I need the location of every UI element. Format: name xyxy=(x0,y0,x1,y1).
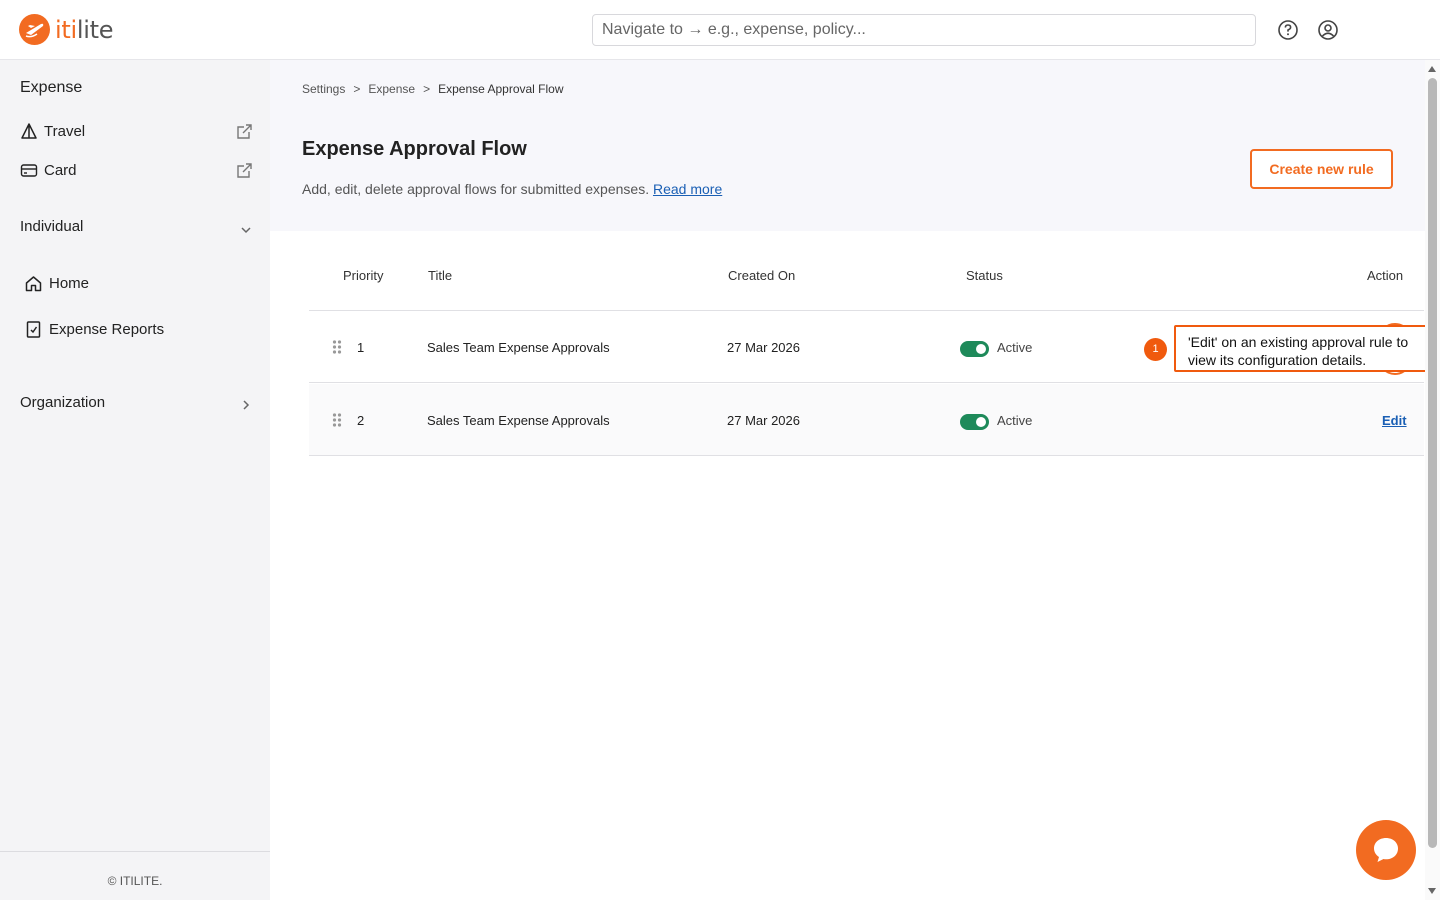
sidebar-item-card[interactable]: Card xyxy=(20,161,77,179)
read-more-link[interactable]: Read more xyxy=(653,181,722,197)
breadcrumb-separator: > xyxy=(353,82,361,96)
chevron-down-icon[interactable] xyxy=(240,223,252,241)
chevron-right-icon[interactable] xyxy=(240,398,252,416)
row-status: Active xyxy=(997,340,1033,355)
scrollbar-thumb[interactable] xyxy=(1428,78,1437,848)
sidebar-section-organization[interactable]: Organization xyxy=(20,394,105,411)
sidebar-item-travel[interactable]: Travel xyxy=(20,122,85,140)
edit-link[interactable]: Edit xyxy=(1382,413,1407,428)
user-profile-icon[interactable] xyxy=(1317,19,1339,41)
sidebar-item-home[interactable]: Home xyxy=(24,274,89,293)
status-toggle[interactable] xyxy=(960,341,989,357)
row-created-on: 27 Mar 2026 xyxy=(727,413,800,428)
travel-icon xyxy=(21,123,37,139)
breadcrumb-separator: > xyxy=(423,82,431,96)
row-priority: 1 xyxy=(357,340,365,355)
column-header-status: Status xyxy=(966,268,1003,283)
status-toggle[interactable] xyxy=(960,414,989,430)
callout-tooltip: 'Edit' on an existing approval rule to v… xyxy=(1174,325,1435,372)
row-priority: 2 xyxy=(357,413,365,428)
receipt-icon xyxy=(26,321,41,338)
help-icon[interactable] xyxy=(1277,19,1299,41)
row-created-on: 27 Mar 2026 xyxy=(727,340,800,355)
sidebar-item-home-label: Home xyxy=(49,275,90,292)
column-header-title: Title xyxy=(428,268,453,283)
breadcrumb-current: Expense Approval Flow xyxy=(438,82,564,96)
external-link-icon[interactable] xyxy=(236,123,253,145)
navigate-search-input[interactable]: Navigate to → e.g., expense, policy... xyxy=(592,14,1256,46)
sidebar-item-travel-label: Travel xyxy=(44,122,86,140)
column-header-created-on: Created On xyxy=(728,268,796,283)
scroll-up-arrow-icon[interactable] xyxy=(1428,66,1436,72)
sidebar-footer-copyright: © ITILITE. xyxy=(0,851,270,900)
create-new-rule-button[interactable]: Create new rule xyxy=(1250,149,1393,189)
callout-step-badge: 1 xyxy=(1144,338,1167,361)
external-link-icon[interactable] xyxy=(236,162,253,184)
sidebar: Expense Travel Card Individual Home Expe… xyxy=(0,60,270,900)
sidebar-section-individual[interactable]: Individual xyxy=(20,218,83,235)
table-row[interactable]: 2 Sales Team Expense Approvals 27 Mar 20… xyxy=(309,384,1424,456)
sidebar-item-expense-reports-label: Expense Reports xyxy=(49,321,165,338)
sidebar-item-card-label: Card xyxy=(44,161,77,179)
row-title: Sales Team Expense Approvals xyxy=(427,340,610,355)
chat-support-button[interactable] xyxy=(1356,820,1416,880)
drag-handle-icon[interactable] xyxy=(332,340,342,359)
sidebar-section-expense: Expense xyxy=(20,79,83,96)
column-header-action: Action xyxy=(1367,268,1404,283)
page-description-text: Add, edit, delete approval flows for sub… xyxy=(302,181,650,197)
row-status: Active xyxy=(997,413,1033,428)
home-icon xyxy=(25,276,42,292)
breadcrumb-settings[interactable]: Settings xyxy=(302,82,345,96)
row-title: Sales Team Expense Approvals xyxy=(427,413,610,428)
drag-handle-icon[interactable] xyxy=(332,413,342,432)
scroll-down-arrow-icon[interactable] xyxy=(1428,888,1436,894)
plane-logo-icon xyxy=(19,14,50,45)
chat-bubble-icon xyxy=(1374,838,1398,862)
sidebar-item-expense-reports[interactable]: Expense Reports xyxy=(24,320,164,339)
card-icon xyxy=(20,164,38,177)
page-title: Expense Approval Flow xyxy=(302,138,527,160)
column-header-priority: Priority xyxy=(343,268,384,283)
page-description: Add, edit, delete approval flows for sub… xyxy=(302,181,722,197)
logo-text: itilite xyxy=(55,15,114,44)
top-header: itilite Navigate to → e.g., expense, pol… xyxy=(0,0,1440,60)
breadcrumb-expense[interactable]: Expense xyxy=(368,82,415,96)
breadcrumb: Settings > Expense > Expense Approval Fl… xyxy=(302,82,564,96)
logo[interactable]: itilite xyxy=(19,14,113,45)
